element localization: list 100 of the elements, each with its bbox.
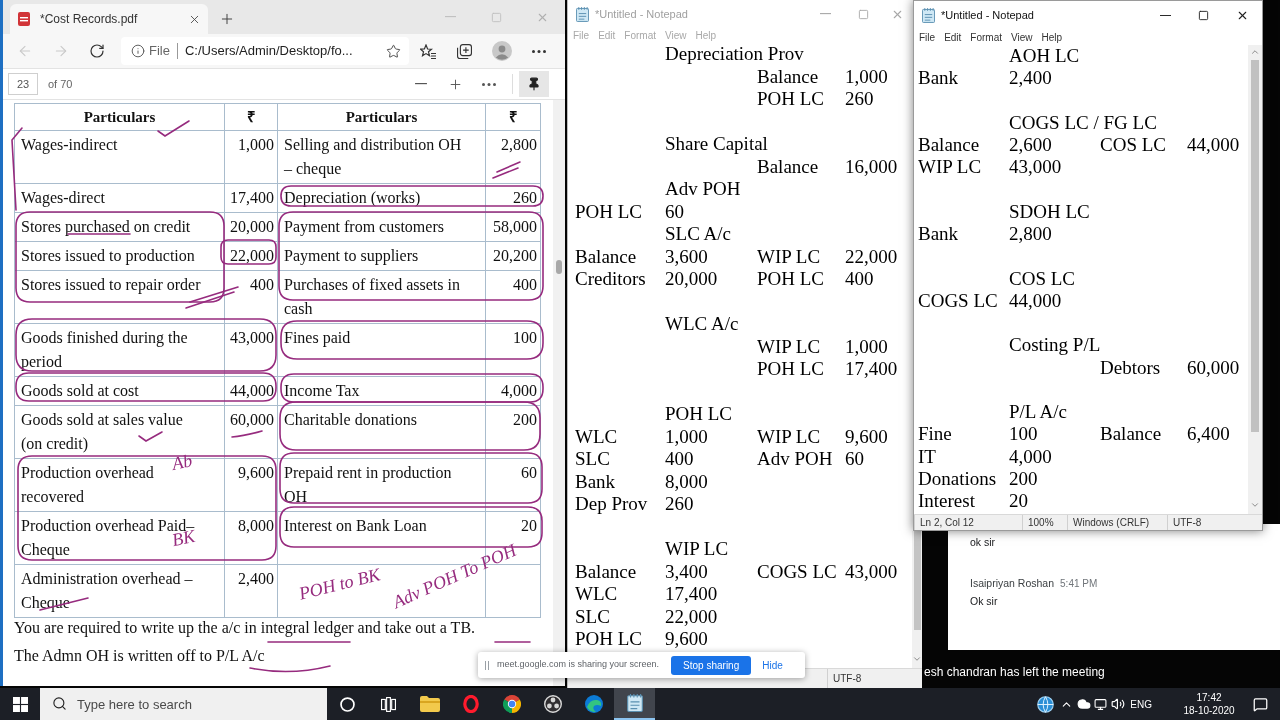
notepad-text: Bank — [918, 67, 959, 90]
menu-item[interactable]: Help — [1041, 31, 1063, 44]
notepad-text: WLC — [575, 583, 618, 606]
notepad-text: IT — [918, 445, 936, 468]
table-cell: Stores purchased on credit — [14, 212, 225, 242]
circle-icon — [340, 696, 355, 712]
ink-underline — [231, 430, 263, 438]
table-cell: Administration overhead – Cheque — [14, 564, 225, 618]
language-indicator[interactable]: ENG — [1130, 696, 1152, 712]
menu-item[interactable]: View — [1011, 31, 1033, 44]
notepad-text: P/L A/c — [1009, 401, 1067, 424]
table-cell: 20,000 — [224, 212, 278, 242]
notepad-text: 43,000 — [1009, 156, 1062, 179]
sender-name: Isaipriyan Roshan — [970, 576, 1055, 590]
chat-message: Ok sir — [970, 594, 998, 608]
table-cell: Depreciation (works) — [277, 183, 486, 213]
page-number-field[interactable]: 23 — [8, 73, 38, 95]
instruction-text: The Admn OH is written off to P/L A/c — [14, 646, 265, 666]
table-cell: 400 — [224, 270, 278, 324]
menu-item[interactable]: Format — [970, 31, 1003, 44]
swirl-icon — [584, 695, 603, 713]
clock-time[interactable]: 17:42 — [1196, 691, 1222, 704]
notepad-text: 60,000 — [1187, 356, 1240, 379]
arrow-right-icon — [53, 43, 69, 59]
chat-message: ok sir — [970, 535, 996, 549]
taskbar-app-button[interactable] — [614, 688, 655, 720]
notepad-icon — [626, 694, 643, 712]
notification-icon — [1252, 696, 1268, 712]
notepad-text: COS LC — [1009, 267, 1075, 290]
table-cell: Selling and distribution OH – cheque — [277, 130, 486, 184]
notepad-text: Balance — [575, 245, 637, 268]
table-cell: Income Tax — [277, 376, 486, 406]
table-cell: 44,000 — [224, 376, 278, 406]
table-cell: 58,000 — [485, 212, 541, 242]
start-icon — [12, 696, 28, 712]
notepad-text: COS LC — [1100, 134, 1166, 157]
table-cell: Fines paid — [277, 323, 486, 377]
scrollbar-thumb[interactable] — [913, 531, 921, 630]
menu-item[interactable]: File — [919, 31, 936, 44]
menu-item[interactable]: Edit — [944, 31, 962, 44]
scrollbar-thumb[interactable] — [556, 260, 562, 274]
chevron-down-icon — [1250, 500, 1260, 510]
table-cell: 100 — [485, 323, 541, 377]
table-cell: Wages-indirect — [14, 130, 225, 184]
notepad-text: POH LC — [575, 200, 643, 223]
page-count: of 70 — [48, 76, 73, 92]
notepad-text: 22,000 — [665, 605, 718, 628]
message-time: 5:41 PM — [1060, 577, 1098, 591]
table-cell: Stores issued to production — [14, 241, 225, 271]
notepad-text: Depreciation Prov — [665, 43, 804, 66]
column-header: ₹ — [224, 103, 278, 131]
star-list-icon — [419, 43, 436, 59]
search-field[interactable]: Type here to search — [40, 688, 327, 720]
notepad-text: 9,600 — [665, 628, 708, 651]
window-title: *Untitled - Notepad — [941, 8, 1034, 24]
notepad-text: 2,800 — [1009, 223, 1052, 246]
scrollbar[interactable] — [912, 531, 922, 668]
stop-sharing-button[interactable]: Stop sharing — [671, 655, 752, 675]
notepad-text: WIP LC — [757, 425, 821, 448]
browser-tab[interactable]: *Cost Records.pdf — [10, 4, 208, 34]
hide-link[interactable]: Hide — [762, 657, 783, 673]
refresh-icon — [89, 43, 105, 59]
notepad-text: COGS LC — [757, 560, 837, 583]
notepad-text: 260 — [665, 493, 694, 516]
status-text: UTF-8 — [833, 672, 862, 686]
notepad-text: 400 — [665, 448, 694, 471]
notepad-text: WIP LC — [757, 245, 821, 268]
scrollbar-thumb[interactable] — [1251, 60, 1259, 432]
notepad-text: 20 — [1009, 490, 1028, 513]
notepad-text: POH LC — [757, 268, 825, 291]
ink-underline — [67, 233, 131, 235]
clock-date[interactable]: 18-10-2020 — [1183, 704, 1235, 717]
notepad-text: 16,000 — [845, 155, 898, 178]
notepad-text: WIP LC — [757, 335, 821, 358]
notepad-text: Balance — [918, 134, 980, 157]
notepad-text: Bank — [575, 470, 616, 493]
chevron-down-icon — [912, 654, 922, 664]
notepad-text: Costing P/L — [1009, 334, 1101, 357]
info-icon — [131, 44, 145, 58]
scrollbar[interactable] — [1248, 45, 1262, 514]
ink-underline — [494, 641, 531, 643]
notepad-text: 20,000 — [665, 268, 718, 291]
table-cell: Goods finished during the period — [14, 323, 225, 377]
table-cell: 20,200 — [485, 241, 541, 271]
notepad-text: Balance — [575, 560, 637, 583]
notepad-text: SLC A/c — [665, 223, 731, 246]
notepad-text: 400 — [845, 268, 874, 291]
table-cell: 60,000 — [224, 405, 278, 459]
table-cell: Goods sold at cost — [14, 376, 225, 406]
notepad-text: 2,400 — [1009, 67, 1052, 90]
pin-button[interactable] — [519, 71, 549, 97]
notepad-text: Adv POH — [757, 448, 833, 471]
notepad-text: 3,400 — [665, 560, 708, 583]
notepad-text: 6,400 — [1187, 423, 1230, 446]
notepad-text: SLC — [575, 605, 610, 628]
notepad-text: 22,000 — [845, 245, 898, 268]
notepad-text: WLC — [575, 425, 618, 448]
address-bar[interactable]: File C:/Users/Admin/Desktop/fo... — [121, 37, 409, 65]
notepad-text: Adv POH — [665, 178, 741, 201]
table-cell: 17,400 — [224, 183, 278, 213]
